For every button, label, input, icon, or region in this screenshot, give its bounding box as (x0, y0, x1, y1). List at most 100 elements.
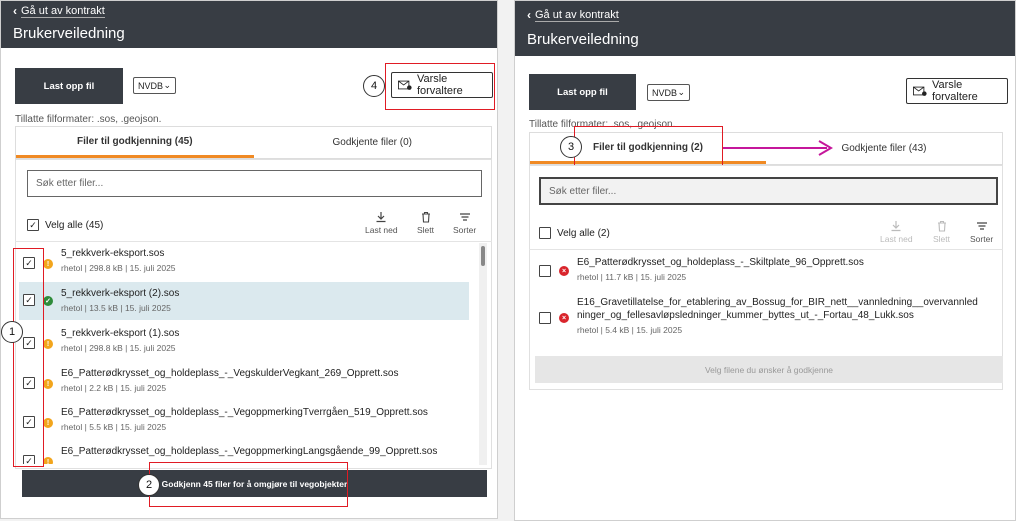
sort-button[interactable]: Sorter (970, 220, 993, 244)
warning-icon: ! (43, 259, 53, 269)
envelope-icon (913, 86, 927, 96)
file-name: E6_Patterødkrysset_og_holdeplass_-_Vegsk… (61, 368, 399, 379)
notify-managers-label: Varsle forvaltere (931, 79, 978, 103)
download-icon (376, 212, 386, 223)
sort-icon (976, 222, 987, 230)
file-name-line-2: ninger_og_fellesavløpsledninger_kummer_b… (577, 310, 914, 321)
list-item[interactable]: ✓ ! E6_Patterødkrysset_og_holdeplass_-_V… (23, 406, 473, 442)
sort-label: Sorter (453, 225, 477, 235)
annotation-badge-4: 4 (363, 75, 385, 97)
delete-label: Slett (417, 225, 435, 235)
annotation-box-tab (574, 126, 723, 168)
checkbox-icon[interactable] (539, 312, 551, 324)
warning-icon: ! (43, 418, 53, 428)
format-select-value: NVDB (138, 80, 164, 91)
format-select[interactable]: NVDB ⌄ (647, 84, 690, 101)
header-bar: ‹ Gå ut av kontrakt Brukerveiledning (1, 1, 497, 48)
select-all[interactable]: ✓ Velg alle (45) (27, 219, 103, 231)
upload-file-button[interactable]: Last opp fil (15, 68, 123, 104)
download-button[interactable]: Last ned (880, 220, 913, 244)
list-divider (529, 249, 1003, 250)
delete-button[interactable]: Slett (933, 220, 950, 244)
error-icon: × (559, 313, 569, 323)
notify-managers-button[interactable]: Varsle forvaltere (906, 78, 1008, 104)
select-all[interactable]: Velg alle (2) (539, 227, 610, 239)
annotation-badge-3: 3 (560, 136, 582, 158)
file-meta: rhetol | 298.8 kB | 15. juli 2025 (61, 343, 176, 353)
file-name: E6_Patterødkrysset_og_holdeplass_-_Skilt… (577, 257, 864, 268)
back-link-label: Gå ut av kontrakt (535, 8, 619, 22)
file-meta: rhetol | 13.5 kB | 15. juli 2025 (61, 303, 171, 313)
file-list: ✓ ! 5_rekkverk-eksport.sosrhetol | 298.8… (15, 242, 479, 464)
download-button[interactable]: Last ned (365, 211, 398, 235)
check-circle-icon: ✓ (43, 296, 53, 306)
file-name: E6_Patterødkrysset_og_holdeplass_-_Vegop… (61, 407, 428, 418)
screenshot-canvas: ‹ Gå ut av kontrakt Brukerveiledning Las… (0, 0, 1016, 521)
chevron-left-icon: ‹ (527, 8, 531, 22)
download-label: Last ned (365, 225, 398, 235)
sort-label: Sorter (970, 234, 994, 244)
delete-button[interactable]: Slett (417, 211, 434, 235)
download-label: Last ned (880, 234, 913, 244)
list-item[interactable]: × E6_Patterødkrysset_og_holdeplass_-_Ski… (539, 256, 999, 282)
checkbox-icon[interactable] (539, 265, 551, 277)
annotation-box-checkboxes (13, 248, 44, 467)
header-bar: ‹ Gå ut av kontrakt Brukerveiledning (515, 1, 1015, 56)
tab-approved-files[interactable]: Godkjente filer (0) (254, 127, 492, 158)
list-item[interactable]: ✓ ! 5_rekkverk-eksport.sos rhetol | 298.8… (23, 247, 473, 283)
page-title: Brukerveiledning (13, 25, 125, 42)
checkbox-icon[interactable]: ✓ (27, 219, 39, 231)
back-link[interactable]: ‹ Gå ut av kontrakt (527, 8, 1015, 22)
format-select-value: NVDB (652, 87, 678, 98)
list-item[interactable]: × E16_Gravetillatelse_for_etablering_av_… (539, 296, 999, 335)
sort-button[interactable]: Sorter (453, 211, 476, 235)
download-icon (891, 221, 901, 232)
file-name: 5_rekkverk-eksport (2).sos (61, 288, 180, 299)
annotation-box-notify (385, 63, 495, 110)
search-input[interactable]: Søk etter filer... (27, 170, 482, 197)
allowed-formats-text: Tillatte filformater: .sos, .geojson. (15, 114, 162, 125)
list-item[interactable]: ✓ ! 5_rekkverk-eksport (1).sos rhetol | 2… (23, 327, 473, 363)
select-all-label: Velg alle (2) (557, 227, 610, 239)
back-link-label: Gå ut av kontrakt (21, 4, 105, 18)
file-name: 5_rekkverk-eksport (1).sos (61, 328, 180, 339)
annotation-box-approve (149, 462, 348, 507)
file-meta: rhetol | 2.2 kB | 15. juli 2025 (61, 383, 167, 393)
file-meta: rhetol | 5.5 kB | 15. juli 2025 (61, 422, 167, 432)
delete-label: Slett (933, 234, 951, 244)
list-item[interactable]: ✓ ✓ 5_rekkverk-eksport (2).sos rhetol | 1… (19, 282, 469, 320)
tab-files-for-approval[interactable]: Filer til godkjenning (45) (16, 127, 254, 158)
chevron-down-icon: ⌄ (677, 87, 685, 97)
upload-file-button[interactable]: Last opp fil (529, 74, 636, 110)
file-meta: rhetol | 5.4 kB | 15. juli 2025 (577, 325, 683, 335)
warning-icon: ! (43, 379, 53, 389)
file-meta: rhetol | 298.8 kB | 15. juli 2025 (61, 263, 176, 273)
page-title: Brukerveiledning (527, 31, 639, 48)
error-icon: × (559, 266, 569, 276)
scrollbar-thumb[interactable] (481, 246, 485, 266)
list-item[interactable]: ✓ ! E6_Patterødkrysset_og_holdeplass_-_V… (23, 367, 473, 403)
chevron-down-icon: ⌄ (163, 80, 171, 90)
arrow-icon (723, 140, 833, 156)
approve-files-button[interactable]: Velg filene du ønsker å godkjenne (535, 356, 1003, 383)
trash-icon (937, 220, 946, 232)
select-all-label: Velg alle (45) (45, 219, 104, 231)
annotation-badge-1: 1 (1, 321, 23, 343)
file-meta: rhetol | 11.7 kB | 15. juli 2025 (577, 272, 687, 282)
right-panel: ‹ Gå ut av kontrakt Brukerveiledning Las… (514, 0, 1016, 521)
file-name: 5_rekkverk-eksport.sos (61, 248, 165, 259)
sort-icon (459, 213, 470, 221)
format-select[interactable]: NVDB ⌄ (133, 77, 176, 94)
trash-icon (421, 211, 430, 223)
file-name: E6_Patterødkrysset_og_holdeplass_-_Vegop… (61, 446, 438, 457)
warning-icon: ! (43, 339, 53, 349)
file-name-line-1: E16_Gravetillatelse_for_etablering_av_Bo… (577, 297, 978, 308)
checkbox-icon[interactable] (539, 227, 551, 239)
tab-bar: Filer til godkjenning (45) Godkjente fil… (15, 126, 492, 159)
scrollbar[interactable] (479, 243, 487, 465)
chevron-left-icon: ‹ (13, 4, 17, 18)
back-link[interactable]: ‹ Gå ut av kontrakt (13, 4, 497, 18)
search-input[interactable]: Søk etter filer... (539, 177, 998, 205)
left-panel: ‹ Gå ut av kontrakt Brukerveiledning Las… (0, 0, 498, 519)
annotation-badge-2: 2 (138, 474, 160, 496)
